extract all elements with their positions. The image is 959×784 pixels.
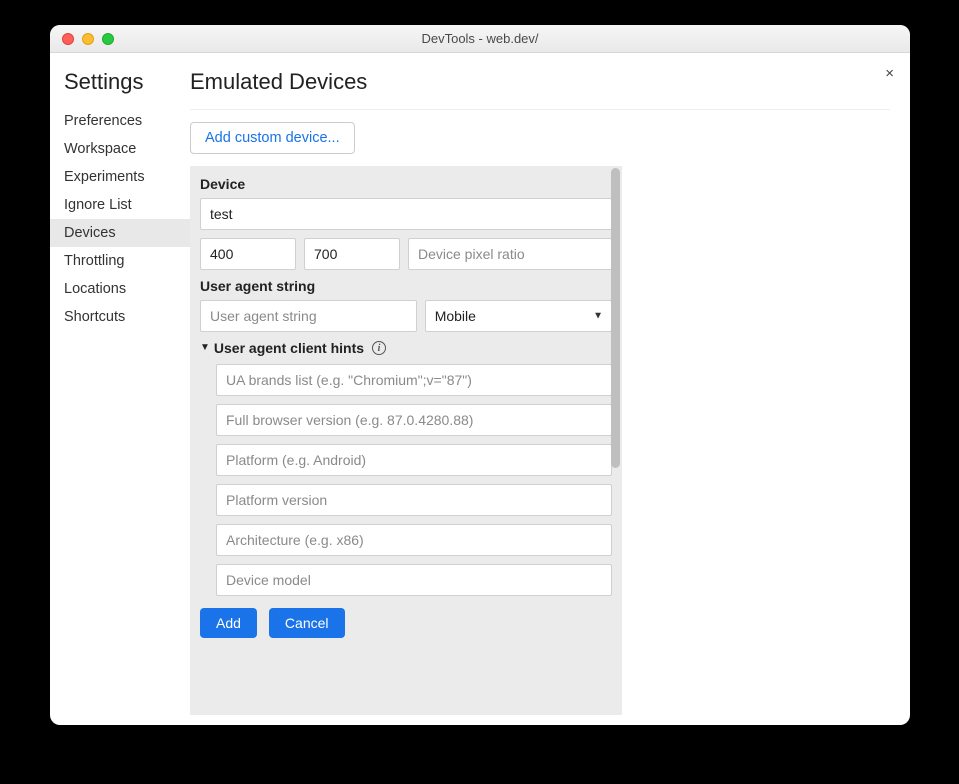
- sidebar-item-workspace[interactable]: Workspace: [50, 135, 190, 163]
- close-window-button[interactable]: [62, 33, 74, 45]
- close-icon[interactable]: ×: [885, 65, 894, 82]
- info-icon[interactable]: i: [372, 341, 386, 355]
- sidebar-item-ignore-list[interactable]: Ignore List: [50, 191, 190, 219]
- settings-heading: Settings: [50, 69, 190, 95]
- client-hints-toggle[interactable]: ▼ User agent client hints i: [200, 340, 612, 356]
- device-form: Device User agent string: [190, 166, 622, 715]
- sidebar-item-locations[interactable]: Locations: [50, 275, 190, 303]
- platform-input[interactable]: [216, 444, 612, 476]
- sidebar-item-experiments[interactable]: Experiments: [50, 163, 190, 191]
- device-height-input[interactable]: [304, 238, 400, 270]
- device-form-wrap: Device User agent string: [190, 166, 890, 715]
- sidebar-item-devices[interactable]: Devices: [50, 219, 190, 247]
- full-browser-version-input[interactable]: [216, 404, 612, 436]
- device-width-input[interactable]: [200, 238, 296, 270]
- device-name-input[interactable]: [200, 198, 612, 230]
- caret-down-icon: ▼: [200, 342, 210, 353]
- user-agent-input[interactable]: [200, 300, 417, 332]
- sidebar-item-shortcuts[interactable]: Shortcuts: [50, 303, 190, 331]
- client-hints-label: User agent client hints: [214, 340, 364, 356]
- architecture-input[interactable]: [216, 524, 612, 556]
- add-custom-device-button[interactable]: Add custom device...: [190, 122, 355, 154]
- device-section-label: Device: [200, 176, 612, 192]
- window-controls: [50, 33, 114, 45]
- scrollbar[interactable]: [611, 168, 620, 713]
- sidebar-item-preferences[interactable]: Preferences: [50, 107, 190, 135]
- ua-brands-input[interactable]: [216, 364, 612, 396]
- device-pixel-ratio-input[interactable]: [408, 238, 612, 270]
- page-title: Emulated Devices: [190, 69, 890, 95]
- user-agent-type-select[interactable]: Mobile: [425, 300, 612, 332]
- client-hints-inputs: [200, 364, 612, 604]
- add-button[interactable]: Add: [200, 608, 257, 638]
- minimize-window-button[interactable]: [82, 33, 94, 45]
- scrollbar-thumb[interactable]: [611, 168, 620, 468]
- sidebar-item-throttling[interactable]: Throttling: [50, 247, 190, 275]
- device-model-input[interactable]: [216, 564, 612, 596]
- platform-version-input[interactable]: [216, 484, 612, 516]
- settings-content: × Settings Preferences Workspace Experim…: [50, 53, 910, 725]
- cancel-button[interactable]: Cancel: [269, 608, 345, 638]
- settings-sidebar: Settings Preferences Workspace Experimen…: [50, 53, 190, 725]
- settings-main: Emulated Devices Add custom device... De…: [190, 53, 910, 725]
- titlebar: DevTools - web.dev/: [50, 25, 910, 53]
- devtools-window: DevTools - web.dev/ × Settings Preferenc…: [50, 25, 910, 725]
- window-title: DevTools - web.dev/: [50, 31, 910, 46]
- ua-section-label: User agent string: [200, 278, 612, 294]
- divider: [190, 109, 890, 110]
- zoom-window-button[interactable]: [102, 33, 114, 45]
